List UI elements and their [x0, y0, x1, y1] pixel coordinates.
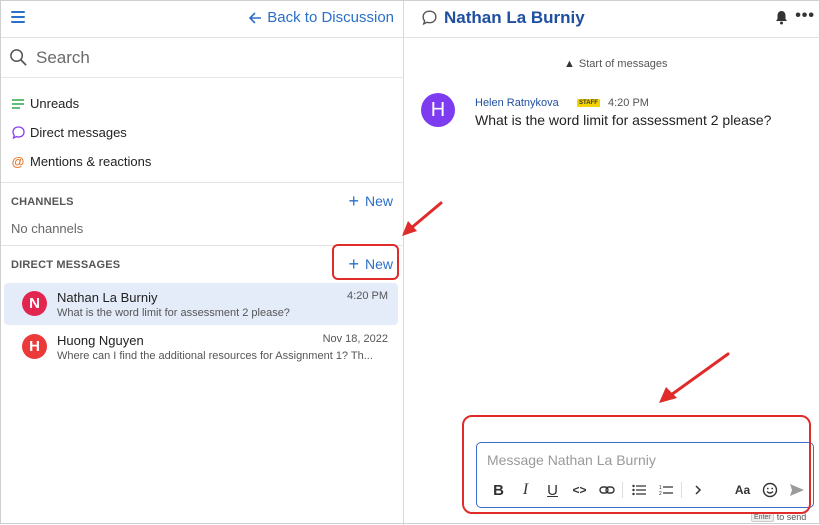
back-to-discussion-link[interactable]: Back to Discussion: [248, 9, 394, 26]
start-of-messages: ▲ Start of messages: [564, 58, 668, 70]
annotation-arrow-icon: [659, 352, 730, 403]
channels-heading: CHANNELS: [11, 196, 74, 208]
conversation-title: Nathan La Burniy: [444, 8, 585, 27]
avatar[interactable]: H: [421, 93, 455, 127]
empty-channels-text: No channels: [11, 221, 84, 236]
sidebar-header: Back to Discussion: [1, 1, 404, 38]
dm-item-huong[interactable]: H Huong Nguyen Nov 18, 2022 Where can I …: [4, 326, 398, 368]
nav-list: Unreads Direct messages @ Mentions & rea…: [11, 89, 152, 176]
app-window: Back to Discussion Unreads Direct messag…: [0, 0, 820, 525]
lines-icon: [11, 98, 25, 109]
avatar: N: [22, 291, 47, 316]
annotation-arrow-icon: [402, 201, 443, 236]
highlight-new-dm: [332, 244, 399, 280]
arrow-left-icon: [249, 11, 262, 24]
message-author[interactable]: Helen Ratnykova: [475, 97, 559, 109]
nav-label: Mentions & reactions: [30, 154, 152, 169]
search-bar: [1, 38, 404, 78]
dm-time: Nov 18, 2022: [322, 333, 388, 345]
highlight-composer: [462, 415, 811, 514]
chat-bubble-icon: [422, 10, 437, 25]
at-icon: @: [11, 154, 25, 169]
message-time: 4:20 PM: [608, 97, 649, 109]
start-label: Start of messages: [578, 58, 668, 70]
more-options-icon[interactable]: •••: [795, 7, 815, 25]
nav-item-mentions[interactable]: @ Mentions & reactions: [11, 147, 152, 176]
nav-item-direct-messages[interactable]: Direct messages: [11, 118, 151, 147]
dm-preview: Where can I find the additional resource…: [57, 350, 373, 362]
dm-item-nathan[interactable]: N Nathan La Burniy 4:20 PM What is the w…: [4, 283, 398, 325]
divider: [1, 182, 404, 183]
conversation-header: Nathan La Burniy •••: [404, 1, 820, 38]
avatar: H: [22, 334, 47, 359]
nav-label: Unreads: [30, 96, 80, 111]
message-text: What is the word limit for assessment 2 …: [475, 112, 772, 128]
search-input[interactable]: [36, 47, 336, 68]
dm-time: 4:20 PM: [347, 290, 388, 302]
staff-badge: STAFF: [577, 99, 600, 107]
dm-name: Huong Nguyen: [57, 333, 144, 348]
nav-item-unreads[interactable]: Unreads: [11, 89, 151, 118]
dm-name: Nathan La Burniy: [57, 290, 158, 305]
new-channel-button[interactable]: + New: [348, 191, 393, 211]
back-label: Back to Discussion: [267, 9, 394, 26]
party-icon: ▲: [564, 58, 575, 70]
plus-icon: +: [348, 191, 359, 211]
direct-messages-heading: DIRECT MESSAGES: [11, 259, 121, 271]
chat-bubble-icon: [11, 126, 25, 139]
bell-icon[interactable]: [775, 10, 788, 25]
nav-label: Direct messages: [30, 125, 127, 140]
search-icon: [10, 49, 27, 66]
dm-preview: What is the word limit for assessment 2 …: [57, 307, 290, 319]
new-label: New: [364, 193, 393, 209]
menu-icon[interactable]: [11, 11, 25, 23]
